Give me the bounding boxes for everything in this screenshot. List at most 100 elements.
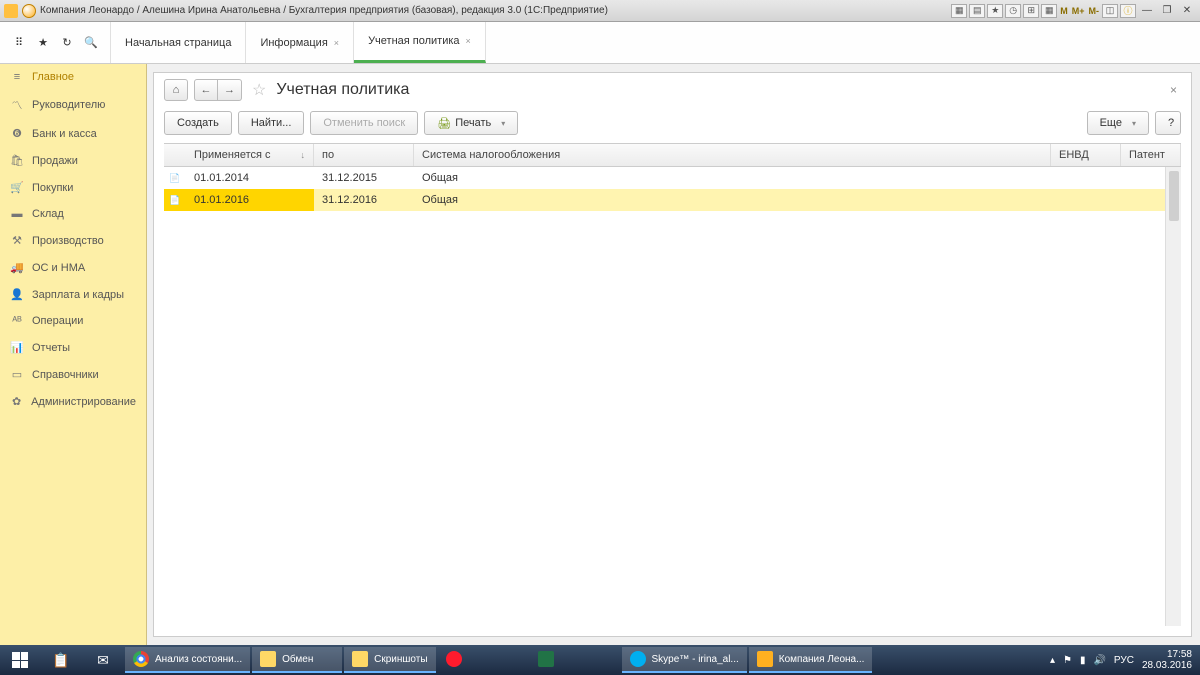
close-page-button[interactable]: × [1166, 83, 1181, 97]
more-button[interactable]: Еще [1087, 111, 1149, 135]
network-icon[interactable]: ▮ [1080, 655, 1086, 666]
sidebar-item-main[interactable]: ≡Главное [0, 64, 146, 90]
column-envd[interactable]: ЕНВД [1051, 144, 1121, 166]
sidebar-item-bank[interactable]: ❻Банк и касса [0, 120, 146, 147]
row-icon: 📄 [164, 173, 186, 184]
tab-accounting-policy[interactable]: Учетная политика× [354, 22, 486, 63]
favorite-icon[interactable]: ★ [987, 4, 1003, 18]
taskbar-item-folder[interactable]: Скриншоты [344, 647, 435, 673]
volume-icon[interactable]: 🔊 [1093, 655, 1105, 666]
forward-button[interactable]: → [218, 79, 242, 101]
windows-logo-icon [12, 652, 28, 668]
clock[interactable]: 17:58 28.03.2016 [1142, 649, 1192, 671]
restore-button[interactable]: ❐ [1158, 4, 1176, 18]
folder-icon [260, 651, 276, 667]
back-button[interactable]: ← [194, 79, 218, 101]
sidebar-item-assets[interactable]: 🚚ОС и НМА [0, 254, 146, 281]
page-header: ⌂ ← → ☆ Учетная политика × [154, 73, 1191, 107]
home-button[interactable]: ⌂ [164, 79, 188, 101]
sidebar-item-manager[interactable]: 〽Руководителю [0, 90, 146, 120]
start-button[interactable] [0, 645, 40, 675]
favorite-star-icon[interactable]: ☆ [252, 80, 266, 100]
operations-icon: ᴬᴮ [10, 315, 24, 327]
sidebar-item-purchases[interactable]: 🛒Покупки [0, 174, 146, 201]
skype-icon [630, 651, 646, 667]
sidebar-item-sales[interactable]: 🛍Продажи [0, 147, 146, 174]
language-indicator[interactable]: РУС [1114, 655, 1134, 666]
column-to[interactable]: по [314, 144, 414, 166]
tray-chevron-icon[interactable]: ▴ [1050, 655, 1055, 666]
cell-from: 01.01.2014 [186, 167, 314, 189]
tool-button[interactable]: ▤ [969, 4, 985, 18]
taskbar-item-opera[interactable] [438, 647, 528, 673]
opera-icon [446, 651, 462, 667]
history-icon[interactable]: ↻ [58, 34, 76, 52]
app-icon [4, 4, 18, 18]
column-system[interactable]: Система налогообложения [414, 144, 1051, 166]
sidebar-item-admin[interactable]: ✿Администрирование [0, 388, 146, 415]
print-button[interactable]: 🖨Печать [424, 111, 518, 135]
system-tray[interactable]: ▴ ⚑ ▮ 🔊 РУС 17:58 28.03.2016 [1042, 649, 1200, 671]
search-icon[interactable]: 🔍 [82, 34, 100, 52]
folder-icon [352, 651, 368, 667]
scroll-thumb[interactable] [1169, 171, 1179, 221]
panels-icon[interactable]: ◫ [1102, 4, 1118, 18]
calculator-icon[interactable]: ⊞ [1023, 4, 1039, 18]
apps-grid-icon[interactable]: ⠿ [10, 34, 28, 52]
grid-header: Применяется с↓ по Система налогообложени… [164, 144, 1181, 167]
app-menu-dropdown-icon[interactable] [22, 4, 36, 18]
tool-button[interactable]: ◷ [1005, 4, 1021, 18]
sort-indicator-icon: ↓ [301, 150, 306, 160]
cell-to: 31.12.2015 [314, 167, 414, 189]
row-icon: 📄 [164, 195, 186, 206]
chart-icon: 〽 [10, 97, 24, 113]
zoom-m-button[interactable]: M [1059, 4, 1069, 18]
close-button[interactable]: ✕ [1178, 4, 1196, 18]
taskbar-item-folder[interactable]: Обмен [252, 647, 342, 673]
pinned-app[interactable]: 📋 [40, 645, 82, 675]
find-button[interactable]: Найти... [238, 111, 305, 135]
taskbar-item-chrome[interactable]: Анализ состояни... [125, 647, 250, 673]
windows-taskbar: 📋 ✉ Анализ состояни... Обмен Скриншоты S… [0, 645, 1200, 675]
taskbar-item-excel[interactable] [530, 647, 620, 673]
vertical-scrollbar[interactable] [1165, 167, 1181, 626]
person-icon: 👤 [10, 288, 24, 301]
column-patent[interactable]: Патент [1121, 144, 1181, 166]
star-icon[interactable]: ★ [34, 34, 52, 52]
create-button[interactable]: Создать [164, 111, 232, 135]
truck-icon: 🚚 [10, 261, 24, 274]
tool-button[interactable]: ▦ [951, 4, 967, 18]
column-from[interactable]: Применяется с↓ [164, 144, 314, 166]
gear-icon: ✿ [10, 395, 23, 408]
sidebar-item-hr[interactable]: 👤Зарплата и кадры [0, 281, 146, 308]
table-row[interactable]: 📄 01.01.2014 31.12.2015 Общая [164, 167, 1181, 189]
zoom-mplus-button[interactable]: M+ [1071, 4, 1086, 18]
window-titlebar: Компания Леонардо / Алешина Ирина Анатол… [0, 0, 1200, 22]
calendar-icon[interactable]: ▦ [1041, 4, 1057, 18]
taskbar-item-1c[interactable]: Компания Леона... [749, 647, 873, 673]
info-icon[interactable]: ⓘ [1120, 4, 1136, 18]
window-title: Компания Леонардо / Алешина Ирина Анатол… [40, 5, 608, 16]
home-icon: ≡ [10, 71, 24, 83]
pinned-app[interactable]: ✉ [82, 645, 124, 675]
sidebar-item-operations[interactable]: ᴬᴮОперации [0, 308, 146, 334]
help-button[interactable]: ? [1155, 111, 1181, 135]
tab-information[interactable]: Информация× [246, 22, 354, 63]
printer-icon: 🖨 [437, 117, 451, 130]
sidebar-item-warehouse[interactable]: ▬Склад [0, 201, 146, 227]
sidebar-item-production[interactable]: ⚒Производство [0, 227, 146, 254]
table-row[interactable]: 📄 01.01.2016 31.12.2016 Общая [164, 189, 1181, 211]
zoom-mminus-button[interactable]: M- [1088, 4, 1101, 18]
flag-icon[interactable]: ⚑ [1063, 655, 1072, 666]
command-toolbar: Создать Найти... Отменить поиск 🖨Печать … [154, 107, 1191, 143]
sidebar-item-reports[interactable]: 📊Отчеты [0, 334, 146, 361]
sidebar-item-catalogs[interactable]: ▭Справочники [0, 361, 146, 388]
cell-to: 31.12.2016 [314, 189, 414, 211]
cancel-search-button[interactable]: Отменить поиск [310, 111, 418, 135]
tab-close-icon[interactable]: × [334, 38, 339, 48]
tab-start-page[interactable]: Начальная страница [111, 22, 246, 63]
tab-close-icon[interactable]: × [466, 36, 471, 46]
taskbar-item-skype[interactable]: Skype™ - irina_al... [622, 647, 747, 673]
reports-icon: 📊 [10, 341, 24, 354]
minimize-button[interactable]: — [1138, 4, 1156, 18]
